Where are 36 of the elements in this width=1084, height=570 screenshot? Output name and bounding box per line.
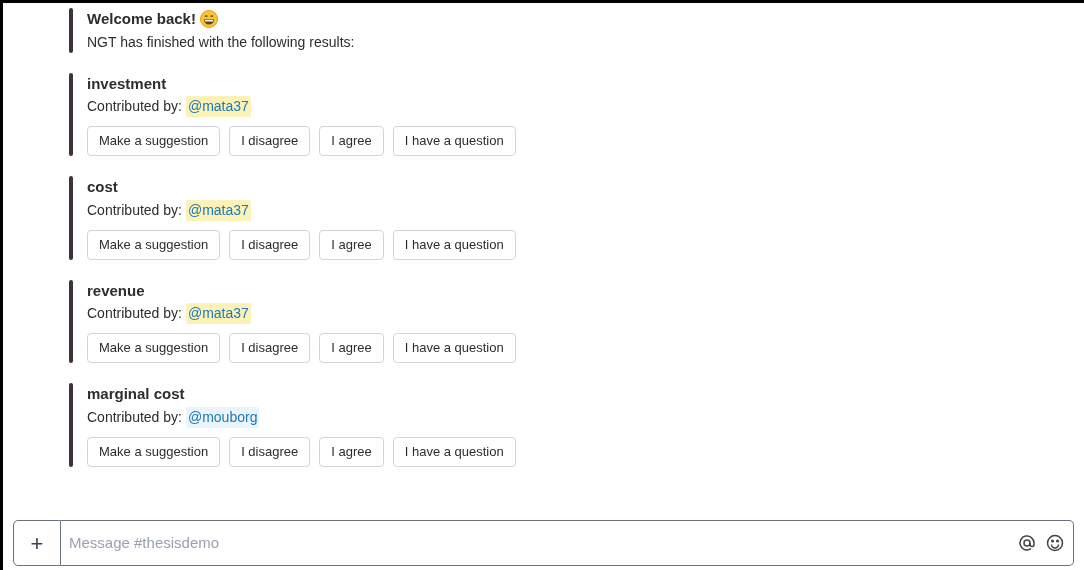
contributor-label: Contributed by: [87,407,182,427]
contributor-label: Contributed by: [87,200,182,220]
action-button[interactable]: Make a suggestion [87,333,221,363]
contributor-label: Contributed by: [87,304,182,323]
message-input[interactable]: Message #thesisdemo [61,520,1074,566]
grinning-emoji-icon [199,10,218,29]
result-title: investment [87,73,168,94]
attach-button[interactable]: + [13,520,61,566]
action-button[interactable]: Make a suggestion [87,436,221,467]
result-title: cost [87,177,119,197]
action-button[interactable]: I have a question [392,229,516,260]
action-button[interactable]: I disagree [229,436,311,467]
mention-icon[interactable] [1018,534,1036,552]
message-title: Welcome back! [87,9,196,29]
action-button[interactable]: I agree [319,126,384,156]
action-button[interactable]: Make a suggestion [87,126,221,156]
action-button[interactable]: Make a suggestion [87,229,221,260]
action-button[interactable]: I disagree [229,333,311,363]
user-mention[interactable]: @mata37 [185,199,251,221]
user-mention[interactable]: @mata37 [185,303,251,324]
action-button[interactable]: I disagree [229,229,311,260]
action-button[interactable]: I agree [319,229,384,260]
result-title: marginal cost [87,384,186,404]
user-mention[interactable]: @mata37 [185,96,251,117]
message-text: NGT has finished with the following results: [87,32,355,52]
action-button[interactable]: I agree [319,333,384,363]
action-button[interactable]: I have a question [392,126,516,156]
contributor-label: Contributed by: [87,97,182,116]
attachment-bar [69,8,73,53]
user-mention[interactable]: @mouborg [185,406,260,428]
action-button[interactable]: I have a question [392,333,516,363]
action-button[interactable]: I agree [319,436,384,467]
action-button[interactable]: I have a question [392,436,516,467]
result-title: revenue [87,280,146,301]
action-button[interactable]: I disagree [229,126,311,156]
emoji-icon[interactable] [1046,534,1064,552]
